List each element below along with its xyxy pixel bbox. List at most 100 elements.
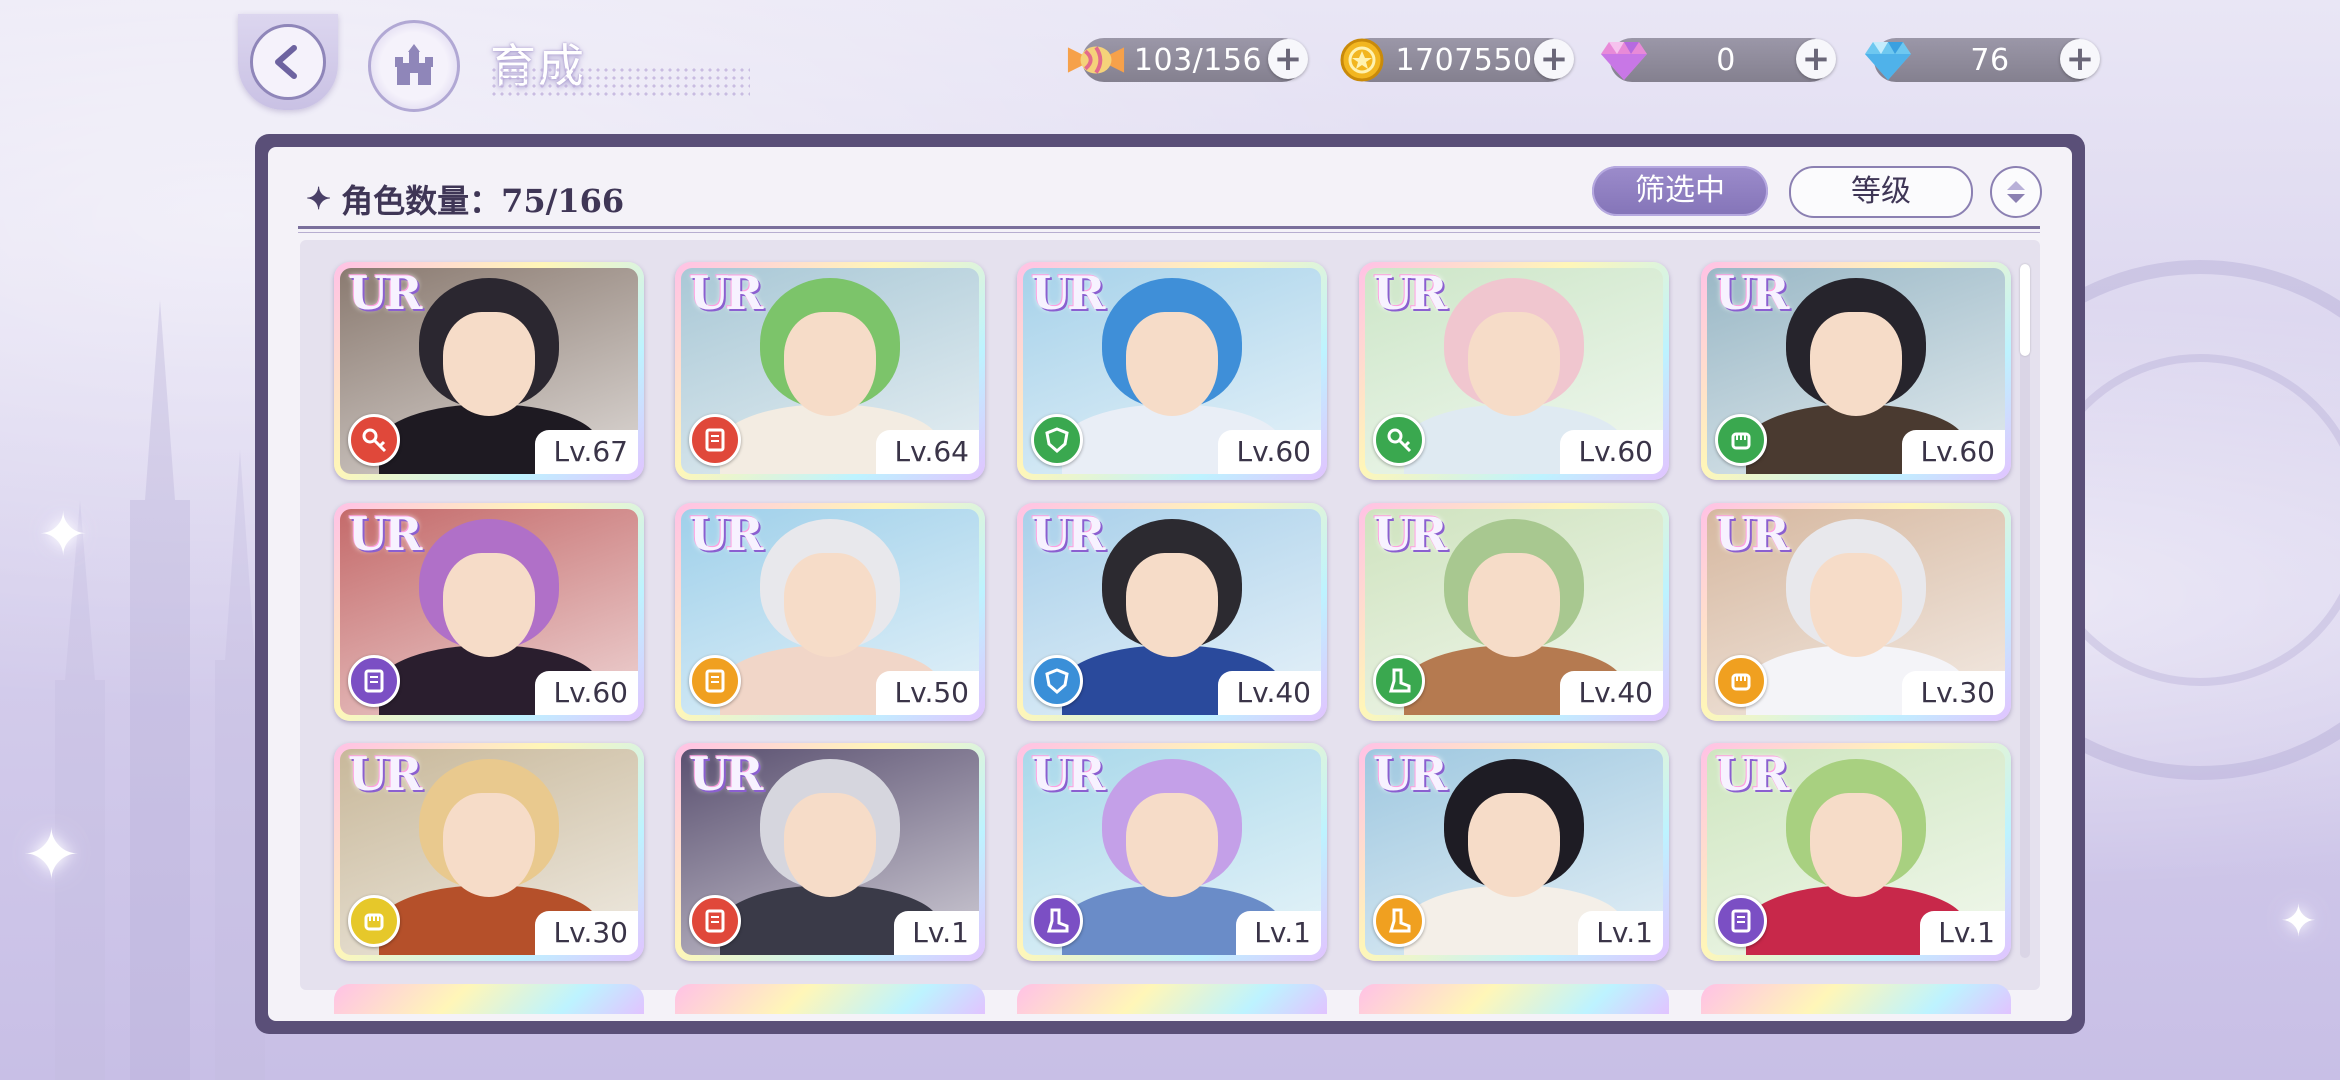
resource-free-gem: 76 + bbox=[1865, 38, 2100, 82]
level-label: Lv.60 bbox=[1218, 430, 1321, 474]
character-card[interactable]: UR Lv.60 bbox=[334, 503, 644, 721]
level-label: Lv.1 bbox=[1236, 911, 1321, 955]
character-card[interactable]: UR Lv.30 bbox=[1701, 503, 2011, 721]
add-paid-gem-button[interactable]: + bbox=[1796, 39, 1836, 79]
character-card-inner: UR Lv.30 bbox=[340, 749, 638, 955]
rarity-badge: UR bbox=[1715, 749, 1789, 801]
rarity-badge: UR bbox=[689, 509, 763, 561]
book-icon bbox=[689, 895, 741, 947]
character-card[interactable]: UR Lv.40 bbox=[1017, 503, 1327, 721]
rarity-badge: UR bbox=[348, 268, 422, 320]
rarity-badge: UR bbox=[1031, 268, 1105, 320]
rarity-badge: UR bbox=[1373, 749, 1447, 801]
character-card[interactable]: UR Lv.64 bbox=[675, 262, 985, 480]
character-card[interactable]: UR Lv.1 bbox=[1017, 743, 1327, 961]
character-face bbox=[784, 793, 876, 897]
scrollbar-thumb[interactable] bbox=[2020, 264, 2030, 356]
level-label: Lv.40 bbox=[1218, 671, 1321, 715]
book-icon bbox=[348, 655, 400, 707]
level-label: Lv.67 bbox=[535, 430, 638, 474]
level-label: Lv.30 bbox=[1902, 671, 2005, 715]
character-card[interactable]: UR Lv.1 bbox=[1359, 743, 1669, 961]
sparkle-icon: ✦ bbox=[22, 814, 81, 896]
candy-icon bbox=[1066, 30, 1126, 90]
character-card[interactable]: UR Lv.30 bbox=[334, 743, 644, 961]
character-card[interactable]: UR Lv.60 bbox=[1701, 262, 2011, 480]
character-card-partial[interactable] bbox=[1701, 984, 2011, 1014]
rarity-badge: UR bbox=[348, 749, 422, 801]
scrollbar-track[interactable] bbox=[2020, 264, 2030, 958]
add-free-gem-button[interactable]: + bbox=[2060, 39, 2100, 79]
character-card-partial[interactable] bbox=[1359, 984, 1669, 1014]
character-card[interactable]: UR Lv.40 bbox=[1359, 503, 1669, 721]
level-label: Lv.64 bbox=[876, 430, 979, 474]
home-button[interactable] bbox=[368, 20, 460, 112]
character-card[interactable]: UR Lv.60 bbox=[1359, 262, 1669, 480]
rarity-badge: UR bbox=[1031, 509, 1105, 561]
character-card-inner: UR Lv.50 bbox=[681, 509, 979, 715]
character-card-partial[interactable] bbox=[334, 984, 644, 1014]
back-button[interactable] bbox=[238, 14, 338, 110]
rarity-badge: UR bbox=[1715, 509, 1789, 561]
character-card-partial[interactable] bbox=[675, 984, 985, 1014]
character-face bbox=[1126, 553, 1218, 657]
level-label: Lv.1 bbox=[894, 911, 979, 955]
resource-gold: 1707550 + bbox=[1340, 38, 1574, 82]
book-icon bbox=[1715, 895, 1767, 947]
rarity-badge: UR bbox=[689, 268, 763, 320]
add-stamina-button[interactable]: + bbox=[1268, 39, 1308, 79]
rarity-badge: UR bbox=[689, 749, 763, 801]
boot-icon bbox=[1373, 655, 1425, 707]
character-face bbox=[1468, 793, 1560, 897]
character-card-inner: UR Lv.1 bbox=[1707, 749, 2005, 955]
header-divider bbox=[298, 226, 2040, 229]
character-face bbox=[443, 793, 535, 897]
paid-gem-value: 0 bbox=[1716, 42, 1736, 78]
level-label: Lv.1 bbox=[1578, 911, 1663, 955]
free-gem-value: 76 bbox=[1970, 42, 2010, 78]
resource-paid-gem: 0 + bbox=[1601, 38, 1836, 82]
character-count: ✦ 角色数量：75/166 bbox=[306, 176, 624, 222]
character-card-inner: UR Lv.67 bbox=[340, 268, 638, 474]
boot-icon bbox=[1373, 895, 1425, 947]
level-label: Lv.60 bbox=[535, 671, 638, 715]
shield-icon bbox=[1031, 655, 1083, 707]
character-card[interactable]: UR Lv.60 bbox=[1017, 262, 1327, 480]
character-face bbox=[1810, 312, 1902, 416]
back-arrow-icon bbox=[250, 24, 326, 100]
sparkle-icon: ✦ bbox=[38, 500, 89, 570]
filter-button[interactable]: 筛选中 bbox=[1592, 166, 1768, 216]
character-card[interactable]: UR Lv.1 bbox=[1701, 743, 2011, 961]
resource-stamina: 103/156 + bbox=[1067, 38, 1308, 82]
character-card-inner: UR Lv.40 bbox=[1023, 509, 1321, 715]
level-label: Lv.60 bbox=[1560, 430, 1663, 474]
character-card-partial[interactable] bbox=[1017, 984, 1327, 1014]
sort-by-button[interactable]: 等级 bbox=[1789, 166, 1973, 218]
castle-icon bbox=[395, 44, 433, 85]
header-divider-thin bbox=[298, 232, 2040, 233]
character-card-inner: UR Lv.60 bbox=[1365, 268, 1663, 474]
character-face bbox=[784, 312, 876, 416]
add-gold-button[interactable]: + bbox=[1534, 39, 1574, 79]
sort-order-button[interactable] bbox=[1990, 166, 2042, 218]
key-icon bbox=[1373, 414, 1425, 466]
rarity-badge: UR bbox=[1031, 749, 1105, 801]
character-card[interactable]: UR Lv.67 bbox=[334, 262, 644, 480]
character-count-text: 角色数量：75/166 bbox=[341, 182, 625, 220]
character-card[interactable]: UR Lv.50 bbox=[675, 503, 985, 721]
fist-icon bbox=[1715, 414, 1767, 466]
level-label: Lv.40 bbox=[1560, 671, 1663, 715]
rarity-badge: UR bbox=[1373, 509, 1447, 561]
character-card-inner: UR Lv.1 bbox=[1365, 749, 1663, 955]
character-face bbox=[443, 553, 535, 657]
character-face bbox=[1468, 553, 1560, 657]
shield-icon bbox=[1031, 414, 1083, 466]
title-decoration bbox=[490, 66, 750, 96]
rarity-badge: UR bbox=[1715, 268, 1789, 320]
character-card-inner: UR Lv.64 bbox=[681, 268, 979, 474]
boot-icon bbox=[1031, 895, 1083, 947]
fist-icon bbox=[1715, 655, 1767, 707]
rarity-badge: UR bbox=[1373, 268, 1447, 320]
character-card-inner: UR Lv.30 bbox=[1707, 509, 2005, 715]
character-card[interactable]: UR Lv.1 bbox=[675, 743, 985, 961]
